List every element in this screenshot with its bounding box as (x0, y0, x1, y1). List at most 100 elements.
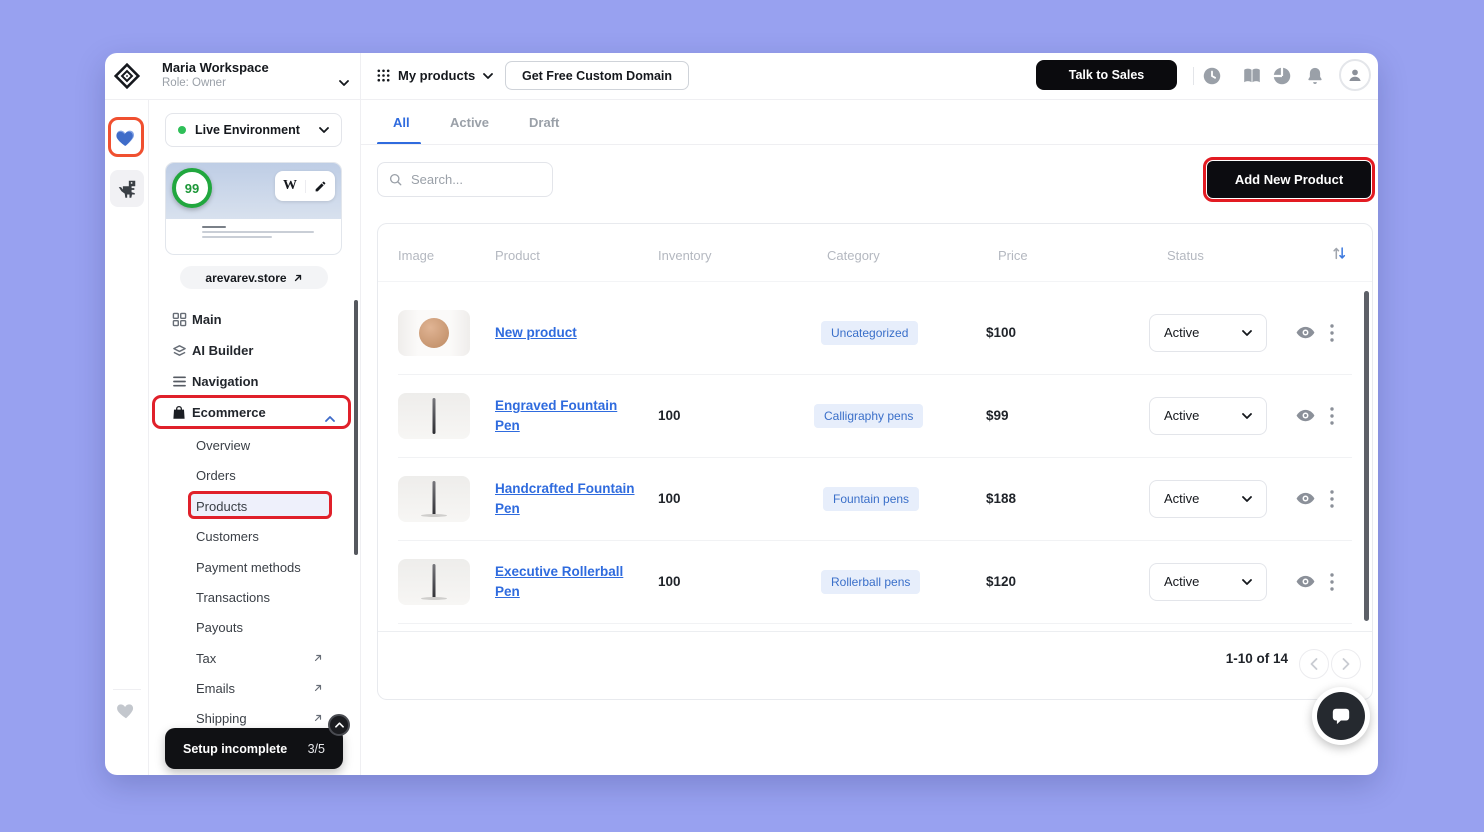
sidebar-item-label: Transactions (196, 590, 270, 605)
sidebar-item-customers[interactable]: Customers (149, 521, 360, 551)
dino-button[interactable] (110, 170, 144, 207)
tab-all[interactable]: All (393, 115, 410, 130)
preview-eye-button[interactable] (1295, 374, 1316, 457)
row-menu-button[interactable] (1330, 540, 1334, 623)
add-new-product-button[interactable]: Add New Product (1207, 161, 1371, 198)
site-link-button[interactable]: arevarev.store (180, 266, 328, 289)
favorites-heart-icon[interactable] (115, 699, 137, 721)
sidebar-item-tax[interactable]: Tax (149, 643, 360, 673)
sidebar: Live Environment 99 W (149, 99, 360, 775)
setup-collapse-button[interactable] (328, 714, 350, 736)
pagination-prev-button[interactable] (1299, 649, 1329, 679)
talk-to-sales-button[interactable]: Talk to Sales (1036, 60, 1177, 90)
sidebar-item-emails[interactable]: Emails (149, 673, 360, 703)
product-link[interactable]: Engraved Fountain Pen (495, 396, 635, 435)
table-scrollbar[interactable] (1364, 291, 1369, 621)
preview-eye-button[interactable] (1295, 457, 1316, 540)
status-dropdown[interactable]: Active (1149, 480, 1267, 518)
preview-toolbar: W (275, 171, 335, 201)
header-icons-divider (1193, 67, 1194, 85)
user-avatar[interactable] (1339, 59, 1371, 91)
site-score-badge: 99 (172, 168, 212, 208)
sort-icon[interactable] (1330, 244, 1348, 262)
docs-book-icon[interactable] (1241, 65, 1263, 87)
sidebar-item-main[interactable]: Main (149, 304, 360, 334)
environment-dropdown[interactable]: Live Environment (165, 113, 342, 147)
wordpress-button[interactable]: W (275, 178, 305, 194)
history-clock-icon[interactable] (1201, 65, 1223, 87)
site-preview-card[interactable]: 99 W (165, 162, 342, 255)
apps-grid-icon[interactable] (377, 69, 390, 82)
sidebar-item-label: Shipping (196, 711, 247, 726)
site-link-label: arevarev.store (205, 271, 286, 285)
brand-heart-button[interactable] (108, 117, 144, 157)
sidebar-item-payouts[interactable]: Payouts (149, 612, 360, 642)
preview-eye-button[interactable] (1295, 291, 1316, 374)
my-products-label: My products (398, 68, 475, 83)
sidebar-item-orders[interactable]: Orders (149, 460, 360, 490)
inventory-value: 100 (658, 574, 681, 589)
search-icon (388, 172, 403, 187)
chevron-down-icon (1242, 496, 1252, 502)
sidebar-item-label: Payouts (196, 620, 243, 635)
external-link-icon (313, 713, 323, 723)
category-badge: Fountain pens (823, 487, 919, 511)
status-value: Active (1164, 574, 1242, 589)
app-logo[interactable] (114, 63, 140, 89)
tab-active[interactable]: Active (450, 115, 489, 130)
chevron-down-icon (483, 73, 493, 79)
sidebar-item-ecommerce[interactable]: Ecommerce (149, 397, 360, 427)
add-new-product-label: Add New Product (1235, 172, 1343, 187)
status-dropdown[interactable]: Active (1149, 397, 1267, 435)
sidebar-item-payment-methods[interactable]: Payment methods (149, 552, 360, 582)
table-row: Engraved Fountain Pen 100 Calligraphy pe… (378, 374, 1372, 457)
sidebar-scrollbar[interactable] (354, 300, 358, 555)
sidebar-item-ai-builder[interactable]: AI Builder (149, 335, 360, 365)
column-header-price: Price (998, 248, 1028, 263)
status-dropdown[interactable]: Active (1149, 563, 1267, 601)
status-value: Active (1164, 408, 1242, 423)
talk-to-sales-label: Talk to Sales (1069, 68, 1145, 82)
pagination-range: 1-10 of 14 (1138, 651, 1288, 666)
menu-lines-icon (172, 375, 187, 388)
preview-eye-button[interactable] (1295, 540, 1316, 623)
notifications-bell-icon[interactable] (1304, 65, 1326, 87)
row-menu-button[interactable] (1330, 291, 1334, 374)
edit-site-button[interactable] (305, 180, 335, 193)
category-badge: Calligraphy pens (814, 404, 923, 428)
sidebar-item-navigation[interactable]: Navigation (149, 366, 360, 396)
sidebar-item-overview[interactable]: Overview (149, 430, 360, 460)
my-products-dropdown[interactable]: My products (398, 68, 493, 83)
chat-widget-button[interactable] (1312, 687, 1370, 745)
tabs-divider (361, 144, 1378, 145)
external-link-icon (313, 653, 323, 663)
w-label: W (283, 178, 297, 194)
row-menu-button[interactable] (1330, 457, 1334, 540)
chevron-right-icon (1342, 658, 1350, 670)
row-menu-button[interactable] (1330, 374, 1334, 457)
sidebar-item-products[interactable]: Products (149, 491, 360, 521)
status-dropdown[interactable]: Active (1149, 314, 1267, 352)
sidebar-item-transactions[interactable]: Transactions (149, 582, 360, 612)
search-input[interactable] (411, 172, 531, 187)
sidebar-item-label: Ecommerce (192, 405, 266, 420)
layers-icon (172, 343, 187, 358)
product-thumbnail (398, 559, 470, 605)
product-link[interactable]: New product (495, 323, 635, 343)
tab-draft[interactable]: Draft (529, 115, 559, 130)
setup-label: Setup incomplete (183, 742, 308, 756)
workspace-switcher[interactable]: Maria Workspace Role: Owner (162, 60, 269, 89)
column-header-status: Status (1167, 248, 1204, 263)
pagination-next-button[interactable] (1331, 649, 1361, 679)
status-value: Active (1164, 491, 1242, 506)
sidebar-item-label: Navigation (192, 374, 258, 389)
product-link[interactable]: Executive Rollerball Pen (495, 562, 635, 601)
setup-status-pill[interactable]: Setup incomplete 3/5 (165, 728, 343, 769)
product-link[interactable]: Handcrafted Fountain Pen (495, 479, 635, 518)
get-free-custom-domain-button[interactable]: Get Free Custom Domain (505, 61, 689, 90)
person-icon (1346, 66, 1364, 84)
workspace-chevron-down-icon[interactable] (339, 73, 349, 91)
usage-pie-chart-icon[interactable] (1271, 65, 1293, 87)
logo-diamond-icon (114, 63, 140, 89)
price-value: $120 (986, 574, 1016, 589)
